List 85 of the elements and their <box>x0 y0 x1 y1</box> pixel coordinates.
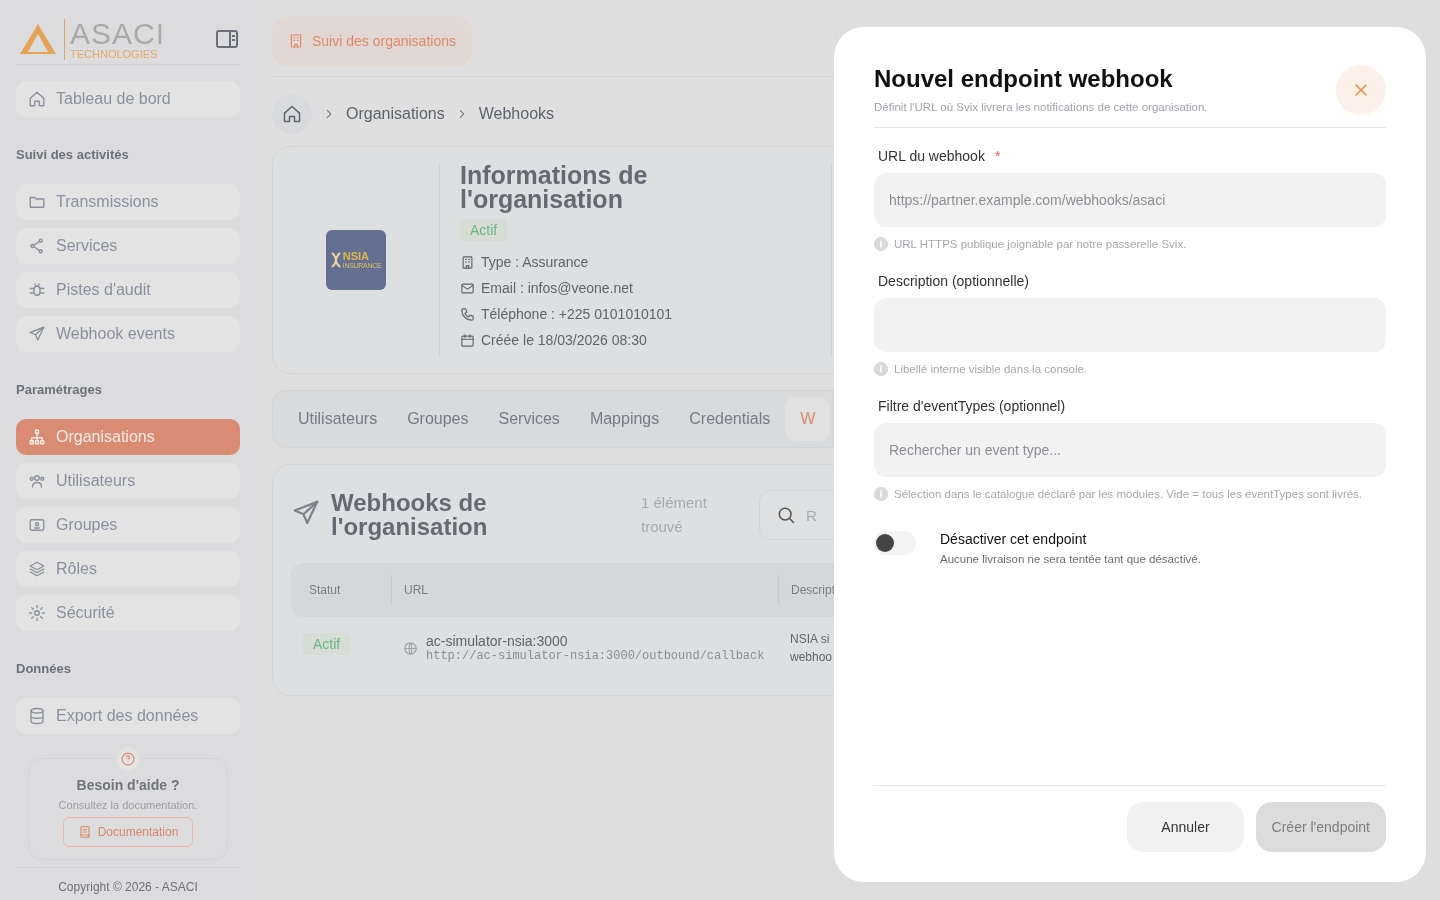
sidebar-toggle-icon[interactable] <box>216 30 238 48</box>
hierarchy-icon <box>28 428 46 446</box>
detail-text: Email : infos@veone.net <box>481 280 633 296</box>
globe-icon <box>403 640 418 656</box>
book-icon <box>77 825 92 839</box>
help-title: Besoin d'aide ? <box>76 777 180 793</box>
section-title: Paramétrages <box>16 382 103 397</box>
brand-tagline: TECHNOLOGIES <box>70 48 159 60</box>
sidebar-item[interactable]: Webhook events <box>16 316 240 352</box>
field-hint: Libellé interne visible dans la console. <box>894 362 1088 377</box>
tab[interactable]: Groupes <box>392 397 484 441</box>
webhooks-title: Webhooks de l'organisation <box>331 491 489 539</box>
status-badge: Actif <box>303 633 351 655</box>
section-title: Suivi des activités <box>16 147 130 162</box>
field-label: URL du webhook <box>878 148 985 164</box>
field-hint: Sélection dans le catalogue déclaré par les modules. Vide = tous les eventTypes sont livrés. <box>894 487 1363 502</box>
home-button[interactable] <box>272 94 312 134</box>
building-icon <box>460 254 475 270</box>
section-title: Données <box>16 661 72 676</box>
tab[interactable]: W <box>785 397 831 441</box>
cancel-button[interactable]: Annuler <box>1127 802 1244 852</box>
field-label: Filtre d'eventTypes (optionnel) <box>878 398 1066 414</box>
field-label: Description (optionnelle) <box>878 273 1029 289</box>
database-icon <box>28 707 46 725</box>
home-icon <box>28 90 46 108</box>
required-marker: * <box>994 148 1001 164</box>
info-icon <box>874 362 888 376</box>
id-folder-icon <box>28 516 46 534</box>
toggle-switch[interactable] <box>874 531 916 555</box>
sidebar-item[interactable]: Groupes <box>16 507 240 543</box>
input-field[interactable]: https://partner.example.com/webhooks/asaci <box>874 173 1386 227</box>
url-text: http://ac-simulator-nsia:3000/outbound/callback <box>426 649 765 663</box>
modal-subtitle: Définit l'URL où Svix livrera les notifications de cette organisation. <box>874 101 1208 113</box>
breadcrumb-item[interactable]: Webhooks <box>478 105 555 123</box>
share-icon <box>28 237 46 255</box>
column-header: URL <box>391 575 778 605</box>
info-icon <box>874 237 888 251</box>
layers-icon <box>28 560 46 578</box>
search-icon <box>776 505 796 525</box>
sidebar-item[interactable]: Export des données <box>16 698 240 734</box>
tab[interactable]: Services <box>483 397 575 441</box>
toggle-label: Désactiver cet endpoint <box>940 531 1088 547</box>
toggle-hint: Aucune livraison ne sera tentée tant que désactivé. <box>940 553 1201 565</box>
mail-icon <box>460 280 475 296</box>
bug-icon <box>28 281 46 299</box>
documentation-button[interactable]: Documentation <box>62 817 194 847</box>
tab[interactable]: Utilisateurs <box>283 397 393 441</box>
modal-title: Nouvel endpoint webhook <box>874 65 1174 93</box>
copyright: Copyright © 2026 - ASACI <box>16 867 240 900</box>
sidebar-item[interactable]: Organisations <box>16 419 240 455</box>
sidebar-item[interactable]: Utilisateurs <box>16 463 240 499</box>
input-field[interactable]: Rechercher un event type... <box>874 423 1386 477</box>
logo-text: NSIA <box>342 251 370 262</box>
sidebar-item[interactable]: Rôles <box>16 551 240 587</box>
field-hint: URL HTTPS publique joignable par notre passerelle Svix. <box>894 237 1187 252</box>
logo-icon <box>18 22 58 56</box>
sidebar-item[interactable]: Sécurité <box>16 595 240 631</box>
sidebar-item[interactable]: Pistes d'audit <box>16 272 240 308</box>
detail-text: Type : Assurance <box>481 254 589 270</box>
description-text: NSIA si <box>790 631 831 648</box>
users-icon <box>28 472 46 490</box>
detail-text: Téléphone : +225 0101010101 <box>481 306 673 322</box>
description-text: webhoo <box>790 649 833 666</box>
help-icon <box>116 747 140 771</box>
page-chip[interactable]: Suivi des organisations <box>272 16 472 66</box>
send-icon <box>28 325 46 343</box>
gear-icon <box>28 604 46 622</box>
url-name: ac-simulator-nsia:3000 <box>426 633 569 649</box>
sidebar-item[interactable]: Transmissions <box>16 184 240 220</box>
status-badge: Actif <box>460 219 508 241</box>
calendar-icon <box>460 332 475 348</box>
detail-text: Créée le 18/03/2026 08:30 <box>481 332 647 348</box>
breadcrumb-item[interactable]: Organisations <box>346 105 445 123</box>
phone-icon <box>460 306 475 322</box>
sidebar-item[interactable]: Tableau de bord <box>16 81 240 117</box>
tab[interactable]: Credentials <box>674 397 786 441</box>
building-icon <box>288 33 304 49</box>
info-icon <box>874 487 888 501</box>
emblem-icon <box>330 252 341 268</box>
organisation-title: Informations de l'organisation <box>460 163 649 211</box>
help-text: Consultez la documentation. <box>58 799 198 811</box>
home-icon <box>282 104 302 124</box>
column-header: Statut <box>308 582 342 599</box>
sidebar-item[interactable]: Services <box>16 228 240 264</box>
tab[interactable]: Mappings <box>574 397 675 441</box>
